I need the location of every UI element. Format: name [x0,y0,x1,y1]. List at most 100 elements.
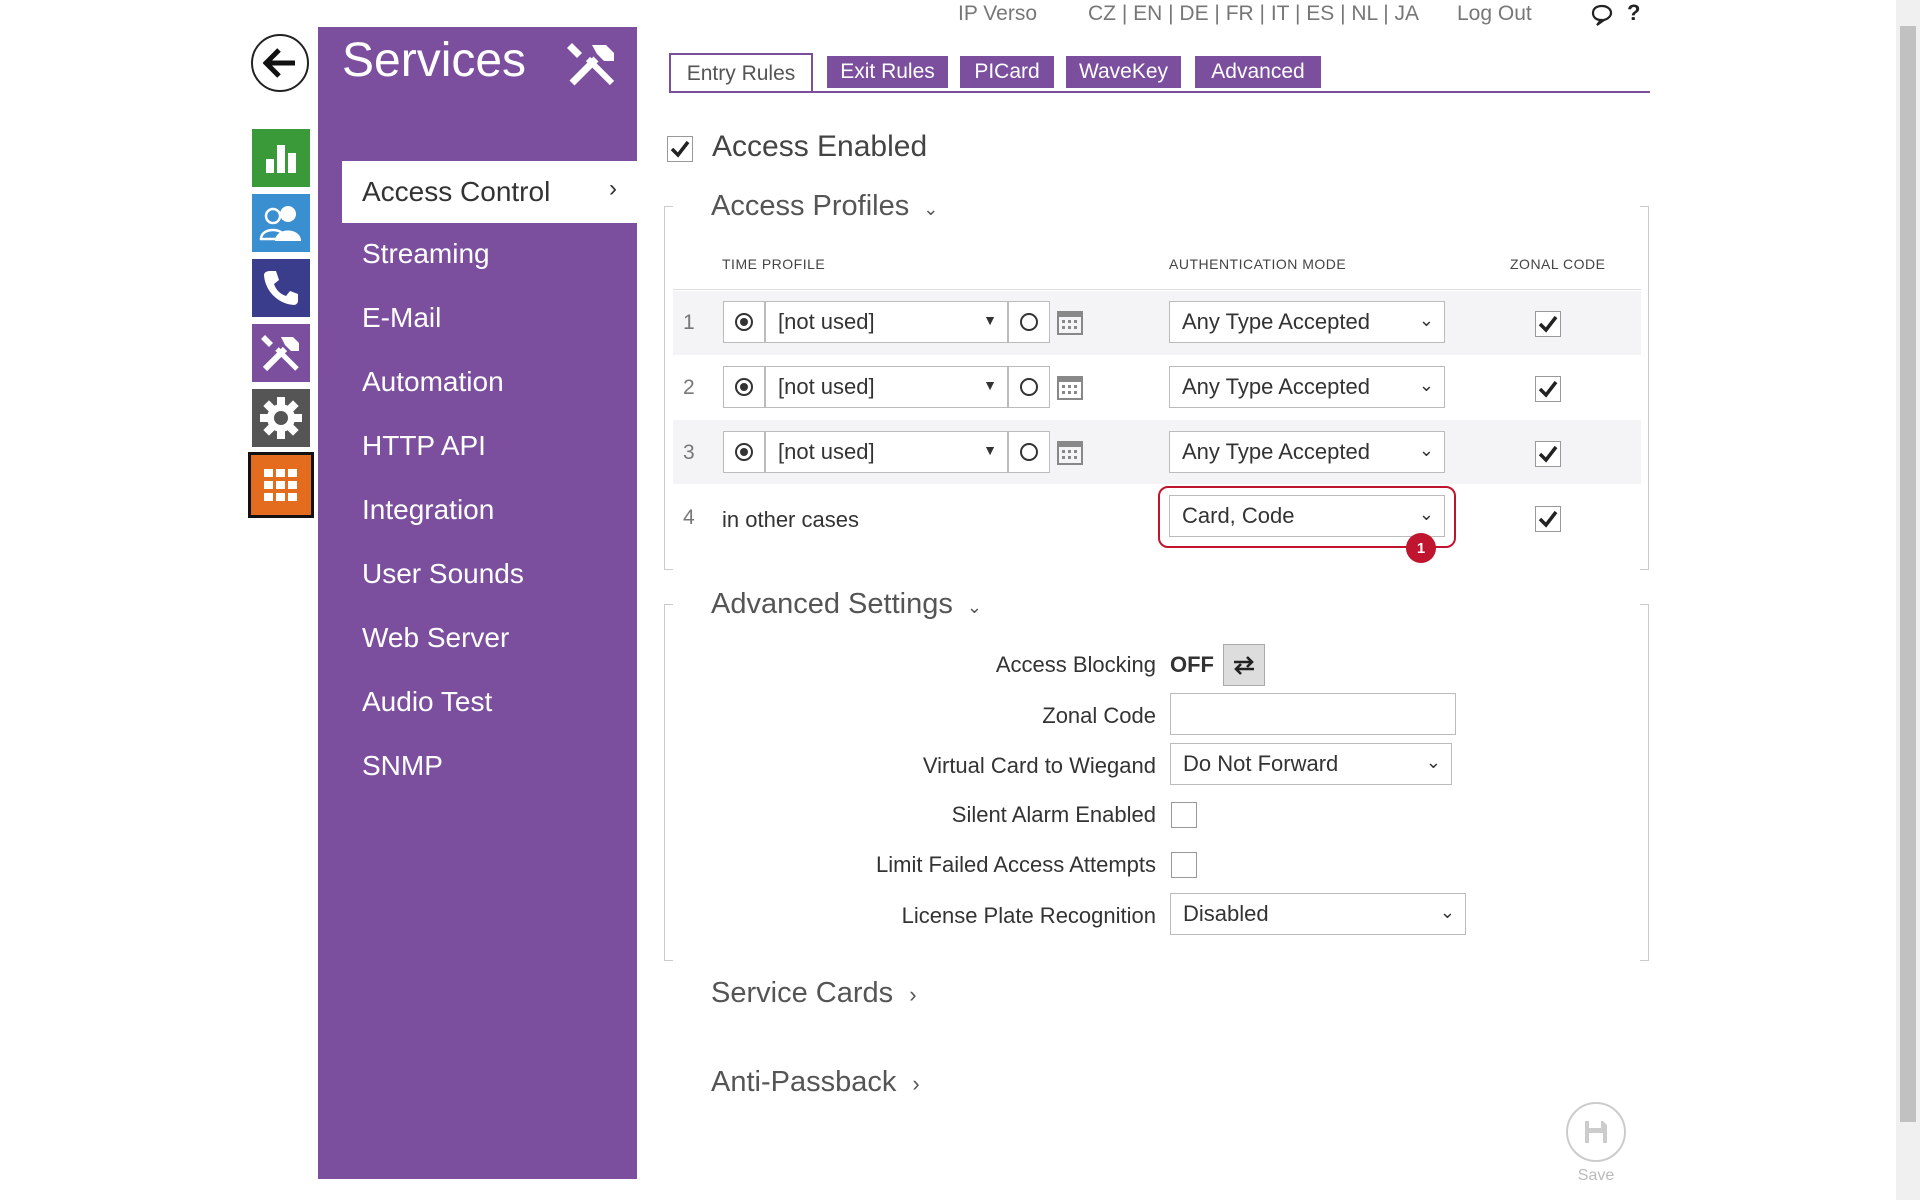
dropdown-arrow-icon: ▼ [983,312,997,328]
sidebar-item-label: User Sounds [362,558,524,589]
tab-picard[interactable]: PICard [960,56,1054,88]
sidebar-item-integration[interactable]: Integration [318,479,637,541]
radio-selected-icon [735,443,753,461]
header-divider [673,289,1641,290]
row-number: 3 [683,441,695,464]
logout-link[interactable]: Log Out [1457,2,1532,32]
time-profile-radio-alt[interactable] [1008,366,1050,408]
zonal-code-checkbox[interactable] [1535,311,1561,337]
checkmark-icon [670,140,690,158]
lpr-select[interactable]: Disabled ⌄ [1170,893,1466,935]
calls-nav-button[interactable] [252,259,310,317]
swap-icon [1234,656,1254,675]
sidebar-item-label: SNMP [362,750,443,781]
time-profile-value: [not used] [778,309,875,334]
services-nav-button[interactable] [252,324,310,382]
auth-mode-value: Card, Code [1182,503,1295,528]
zonal-code-checkbox[interactable] [1535,506,1561,532]
tab-wavekey[interactable]: WaveKey [1066,56,1181,88]
chevron-down-icon: ⌄ [966,597,982,617]
sidebar-item-access-control[interactable]: Access Control › [342,161,637,223]
scrollbar-thumb[interactable] [1900,26,1916,1122]
access-blocking-toggle[interactable] [1223,644,1265,686]
access-profiles-title: Access Profiles [711,190,910,222]
access-blocking-value: OFF [1170,652,1214,677]
chevron-right-icon: › [909,982,917,1007]
sidebar-item-web-server[interactable]: Web Server [318,607,637,669]
radio-selected-icon [735,378,753,396]
tools-icon [261,335,299,372]
limit-failed-checkbox[interactable] [1171,852,1197,878]
time-profile-select[interactable]: [not used] ▼ [765,366,1008,408]
service-cards-toggle[interactable]: Service Cards › [711,977,917,1010]
time-profile-select[interactable]: [not used] ▼ [765,431,1008,473]
sidebar-item-label: Web Server [362,622,510,653]
row-number: 1 [683,311,695,334]
tab-exit-rules[interactable]: Exit Rules [827,56,948,88]
auth-mode-select[interactable]: Any Type Accepted ⌄ [1169,301,1445,343]
sidebar-item-audio-test[interactable]: Audio Test [318,671,637,733]
access-profiles-toggle[interactable]: Access Profiles ⌄ [711,190,938,223]
sidebar-item-label: HTTP API [362,430,486,461]
back-button[interactable] [251,34,309,92]
time-profile-radio[interactable] [723,301,765,343]
anti-passback-toggle[interactable]: Anti-Passback › [711,1066,920,1099]
auth-mode-value: Any Type Accepted [1182,309,1370,334]
chevron-down-icon: ⌄ [1418,504,1434,524]
status-nav-button[interactable] [252,129,310,187]
radio-empty-icon [1020,313,1038,331]
col-authentication-mode: AUTHENTICATION MODE [1169,256,1347,272]
calendar-icon[interactable] [1055,307,1085,337]
auth-mode-value: Any Type Accepted [1182,439,1370,464]
tab-entry-rules[interactable]: Entry Rules [669,53,813,93]
sidebar-item-snmp[interactable]: SNMP [318,735,637,797]
silent-alarm-checkbox[interactable] [1171,802,1197,828]
sidebar-item-email[interactable]: E-Mail [318,287,637,349]
access-enabled-checkbox[interactable] [667,136,693,162]
time-profile-radio[interactable] [723,366,765,408]
sidebar-item-label: Audio Test [362,686,493,717]
sidebar-item-http-api[interactable]: HTTP API [318,415,637,477]
virtual-card-select[interactable]: Do Not Forward ⌄ [1170,743,1452,785]
calendar-icon[interactable] [1055,372,1085,402]
time-profile-radio-alt[interactable] [1008,301,1050,343]
help-icon[interactable]: ? [1627,0,1640,26]
virtual-card-label: Virtual Card to Wiegand [922,753,1156,778]
sidebar-item-streaming[interactable]: Streaming [318,223,637,285]
chevron-down-icon: ⌄ [923,199,939,219]
auth-mode-select[interactable]: Card, Code ⌄ [1169,495,1445,537]
lpr-value: Disabled [1183,901,1269,926]
tab-advanced[interactable]: Advanced [1195,56,1321,88]
time-profile-radio-alt[interactable] [1008,431,1050,473]
section-bracket [1640,206,1649,570]
time-profile-select[interactable]: [not used] ▼ [765,301,1008,343]
sidebar-title: Services [342,34,527,87]
virtual-card-value: Do Not Forward [1183,751,1339,776]
chat-icon[interactable] [1591,4,1613,26]
section-bracket [664,206,673,570]
hardware-nav-button[interactable] [252,389,310,447]
sidebar-item-label: Streaming [362,238,490,269]
zonal-code-input[interactable] [1170,693,1456,735]
zonal-code-checkbox[interactable] [1535,376,1561,402]
system-nav-button[interactable] [248,452,314,518]
access-enabled-label: Access Enabled [712,130,928,163]
directory-nav-button[interactable] [252,194,310,252]
language-selector[interactable]: CZ | EN | DE | FR | IT | ES | NL | JA [1088,2,1419,32]
limit-failed-label: Limit Failed Access Attempts [876,852,1156,877]
time-profile-radio[interactable] [723,431,765,473]
chevron-down-icon: ⌄ [1418,310,1434,330]
auth-mode-select[interactable]: Any Type Accepted ⌄ [1169,366,1445,408]
auth-mode-select[interactable]: Any Type Accepted ⌄ [1169,431,1445,473]
save-button[interactable] [1566,1102,1626,1162]
radio-empty-icon [1020,443,1038,461]
zonal-code-checkbox[interactable] [1535,441,1561,467]
sidebar-item-user-sounds[interactable]: User Sounds [318,543,637,605]
scrollbar-track[interactable] [1896,0,1920,1200]
calendar-icon[interactable] [1055,437,1085,467]
advanced-settings-toggle[interactable]: Advanced Settings ⌄ [711,588,982,621]
col-zonal-code: ZONAL CODE [1510,256,1606,272]
chevron-down-icon: ⌄ [1439,902,1455,922]
sidebar-item-automation[interactable]: Automation [318,351,637,413]
in-other-cases-label: in other cases [722,507,859,532]
